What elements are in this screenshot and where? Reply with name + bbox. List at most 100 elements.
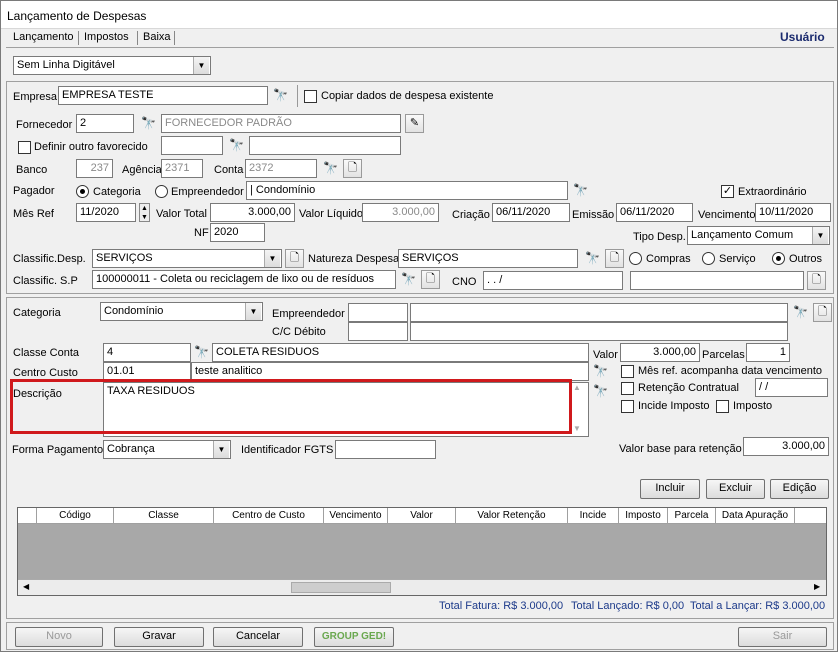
mesref-label: Mês Ref: [13, 208, 54, 220]
excluir-button[interactable]: Excluir: [706, 479, 765, 499]
agencia-label: Agência: [122, 164, 162, 176]
tipo-desp-select[interactable]: Lançamento Comum ▼: [687, 226, 830, 245]
tab-lancamento[interactable]: Lançamento: [13, 31, 74, 43]
cno-label: CNO: [452, 276, 477, 288]
binoculars-icon[interactable]: 🔭: [271, 86, 290, 105]
fornecedor-code-field[interactable]: 2: [76, 114, 134, 133]
parcelas-field[interactable]: 1: [746, 343, 790, 362]
imposto-checkbox[interactable]: [716, 400, 729, 413]
document-icon[interactable]: 🗋: [285, 249, 304, 268]
binoculars-icon[interactable]: 🔭: [571, 181, 590, 200]
vencimento-field[interactable]: 10/11/2020: [755, 203, 831, 222]
incide-imposto-checkbox[interactable]: [621, 400, 634, 413]
scroll-right-icon[interactable]: ▶: [814, 582, 820, 591]
binoculars-icon[interactable]: 🔭: [583, 249, 602, 268]
ged-button[interactable]: GROUP GED!: [314, 627, 394, 647]
copiar-checkbox[interactable]: [304, 90, 317, 103]
forma-pagamento-select[interactable]: Cobrança ▼: [103, 440, 231, 459]
binoculars-icon[interactable]: 🔭: [399, 270, 418, 289]
pagador-categoria-radio[interactable]: [76, 185, 89, 198]
empreendedor-code-field[interactable]: [348, 303, 408, 322]
grid-col-apuracao: Data Apuração: [716, 508, 795, 524]
grid-col-vencimento: Vencimento: [324, 508, 388, 524]
compras-radio[interactable]: [629, 252, 642, 265]
servico-radio[interactable]: [702, 252, 715, 265]
cancelar-button[interactable]: Cancelar: [213, 627, 303, 647]
copiar-label: Copiar dados de despesa existente: [321, 90, 494, 102]
categoria-select[interactable]: Condomínio ▼: [100, 302, 263, 321]
grid-col-classe: Classe: [114, 508, 214, 524]
criacao-field[interactable]: 06/11/2020: [492, 203, 570, 222]
valor-total-field[interactable]: 3.000,00: [210, 203, 295, 222]
window-title: Lançamento de Despesas: [7, 9, 147, 23]
binoculars-icon[interactable]: 🔭: [591, 362, 610, 381]
linha-digitavel-select[interactable]: Sem Linha Digitável ▼: [13, 56, 211, 75]
favorecido-name-field[interactable]: [249, 136, 401, 155]
cc-debito-name-field[interactable]: [410, 322, 788, 341]
criacao-label: Criação: [452, 209, 490, 221]
binoculars-icon[interactable]: 🔭: [227, 136, 246, 155]
pagador-empreendedor-radio[interactable]: [155, 185, 168, 198]
edit-icon[interactable]: ✎: [405, 114, 424, 133]
binoculars-icon[interactable]: 🔭: [139, 114, 158, 133]
natureza-field[interactable]: SERVIÇOS: [398, 249, 578, 268]
binoculars-icon[interactable]: 🔭: [321, 159, 340, 178]
classif-sp-field[interactable]: 100000011 - Coleta ou reciclagem de lixo…: [92, 270, 396, 289]
binoculars-icon[interactable]: 🔭: [791, 303, 810, 322]
cno-name-field[interactable]: [630, 271, 804, 290]
tab-impostos[interactable]: Impostos: [84, 31, 129, 43]
classe-conta-label: Classe Conta: [13, 347, 80, 359]
scroll-down-icon[interactable]: ▼: [573, 424, 581, 433]
chevron-down-icon: ▼: [245, 303, 261, 320]
mesref-spinner[interactable]: ▲ ▼: [139, 203, 150, 222]
retencao-checkbox[interactable]: [621, 382, 634, 395]
outro-favorecido-checkbox[interactable]: [18, 141, 31, 154]
favorecido-code-field[interactable]: [161, 136, 223, 155]
pagador-empreendedor-label: Empreendedor: [171, 186, 244, 198]
cc-debito-code-field[interactable]: [348, 322, 408, 341]
classif-desp-select[interactable]: SERVIÇOS ▼: [92, 249, 282, 268]
cno-field[interactable]: . . /: [483, 271, 623, 290]
classe-code-field[interactable]: 4: [103, 343, 191, 362]
banco-label: Banco: [16, 164, 48, 176]
conta-label: Conta: [214, 164, 244, 176]
binoculars-icon[interactable]: 🔭: [591, 382, 610, 401]
valor-field[interactable]: 3.000,00: [620, 343, 700, 362]
retencao-field[interactable]: / /: [755, 378, 828, 397]
gravar-button[interactable]: Gravar: [114, 627, 204, 647]
nf-label: NF: [194, 227, 209, 239]
nf-field[interactable]: 2020: [210, 223, 265, 242]
grid-scrollbar[interactable]: ◀ ▶: [18, 579, 826, 595]
fgts-field[interactable]: [335, 440, 436, 459]
valor-liquido-field: 3.000,00: [362, 203, 439, 222]
binoculars-icon[interactable]: 🔭: [192, 343, 211, 362]
classe-name-field[interactable]: COLETA RESIDUOS: [212, 343, 589, 362]
document-icon[interactable]: 🗋: [813, 303, 832, 322]
scroll-thumb[interactable]: [291, 582, 391, 593]
incluir-button[interactable]: Incluir: [640, 479, 700, 499]
document-icon[interactable]: 🗋: [421, 270, 440, 289]
document-icon[interactable]: 🗋: [605, 249, 624, 268]
outros-radio[interactable]: [772, 252, 785, 265]
tab-baixa[interactable]: Baixa: [143, 31, 171, 43]
scroll-left-icon[interactable]: ◀: [23, 582, 29, 591]
emissao-field[interactable]: 06/11/2020: [616, 203, 693, 222]
edicao-button[interactable]: Edição: [770, 479, 829, 499]
mesref-field[interactable]: 11/2020: [76, 203, 136, 222]
scroll-up-icon[interactable]: ▲: [573, 383, 581, 392]
chevron-down-icon: ▼: [193, 57, 209, 74]
valor-base-field[interactable]: 3.000,00: [743, 437, 829, 456]
agencia-field: 2371: [161, 159, 203, 178]
document-icon[interactable]: 🗋: [343, 159, 362, 178]
empresa-field[interactable]: EMPRESA TESTE: [58, 86, 268, 105]
mes-ref-checkbox[interactable]: [621, 365, 634, 378]
document-icon[interactable]: 🗋: [807, 271, 826, 290]
empresa-label: Empresa: [13, 91, 58, 103]
conta-field: 2372: [245, 159, 317, 178]
empreendedor-name-field[interactable]: [410, 303, 788, 322]
extraordinario-checkbox[interactable]: ✓: [721, 185, 734, 198]
pagador-field[interactable]: | Condomínio: [246, 181, 568, 200]
novo-button[interactable]: Novo: [15, 627, 103, 647]
sair-button[interactable]: Sair: [738, 627, 827, 647]
title-bar: Lançamento de Despesas: [1, 1, 837, 29]
